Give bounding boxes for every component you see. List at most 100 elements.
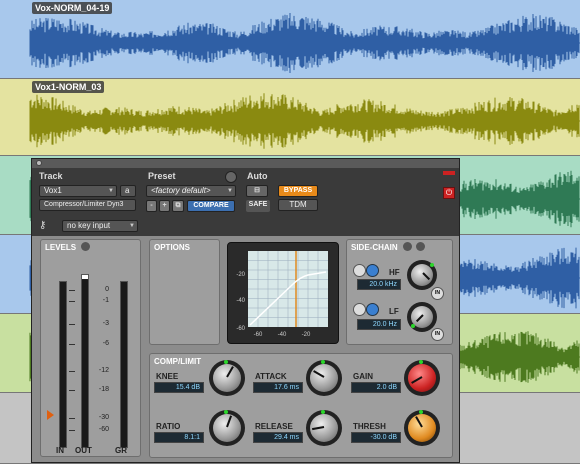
track-name: Vox1 (44, 186, 62, 195)
lf-in-label: IN (435, 331, 440, 337)
insert-selector[interactable]: Compressor/Limiter Dyn3 (39, 199, 136, 211)
gr-label: GR (115, 446, 127, 455)
in-label: IN (56, 446, 64, 455)
preset-next-button[interactable]: + (159, 200, 170, 212)
gain-reduction-meter (120, 281, 128, 448)
hf-knob[interactable] (407, 260, 437, 290)
key-input-selector[interactable]: no key input ▼ (62, 220, 138, 232)
meter-tick (69, 301, 75, 302)
track-selector[interactable]: Vox1 ▼ (39, 185, 117, 197)
output-peak (82, 275, 88, 279)
attack-label: ATTACK (255, 372, 287, 381)
record-enable-icon[interactable] (443, 171, 455, 175)
release-knob[interactable] (306, 410, 342, 446)
lf-readout[interactable]: 20.0 Hz (357, 319, 401, 330)
comp-limit-panel: COMP/LIMIT KNEE 15.4 dB ATTACK 17.6 ms G… (149, 353, 453, 458)
gain-label: GAIN (353, 372, 373, 381)
key-listen-icon[interactable] (403, 242, 412, 251)
graph-x-tick: -20 (302, 332, 311, 338)
lf-enable-icon[interactable] (366, 303, 379, 316)
transfer-curve-graph: -20 -40 -60 -60 -40 -20 (236, 251, 328, 338)
meter-scale-label: -12 (98, 367, 109, 374)
graph-y-tick: -40 (236, 298, 245, 304)
meter-scale-label: -30 (98, 414, 109, 421)
hf-enable-icon[interactable] (366, 264, 379, 277)
thresh-label: THRESH (353, 422, 386, 431)
track-lane-vox-norm-04-19[interactable]: Vox-NORM_04-19 (0, 0, 580, 79)
hf-in-label: IN (435, 290, 440, 296)
speaker-icon[interactable] (416, 242, 425, 251)
preset-menu-icon[interactable] (225, 171, 237, 183)
release-label: RELEASE (255, 422, 293, 431)
power-icon[interactable]: ⏻ (443, 187, 455, 199)
hf-readout[interactable]: 20.0 kHz (357, 279, 401, 290)
meter-reset-icon[interactable] (81, 242, 90, 251)
meter-scale-label: -1 (102, 297, 109, 304)
comp-limit-title: COMP/LIMIT (154, 357, 202, 366)
safe-button[interactable]: SAFE (246, 200, 270, 212)
ratio-label: RATIO (156, 422, 181, 431)
input-meter (59, 281, 67, 448)
hf-in-button[interactable]: IN (431, 287, 444, 300)
sidechain-title: SIDE-CHAIN (351, 243, 398, 252)
knee-knob[interactable] (209, 360, 245, 396)
copy-settings-button[interactable]: ⧉ (172, 200, 184, 212)
preset-prev-button[interactable]: - (146, 200, 157, 212)
release-readout[interactable]: 29.4 ms (253, 432, 303, 443)
gain-readout[interactable]: 2.0 dB (351, 382, 401, 393)
lf-label: LF (389, 307, 399, 316)
sidechain-panel: SIDE-CHAIN HF 20.0 kHz IN LF 20.0 Hz IN (346, 239, 453, 345)
meter-tick (69, 390, 75, 391)
thresh-readout[interactable]: -30.0 dB (351, 432, 401, 443)
threshold-marker-icon[interactable] (47, 410, 54, 420)
close-icon[interactable] (36, 160, 42, 166)
meter-scale-label: -18 (98, 386, 109, 393)
lf-knob[interactable] (407, 302, 437, 332)
knee-label: KNEE (156, 372, 179, 381)
thresh-knob[interactable] (404, 410, 440, 446)
title-bar[interactable] (32, 159, 459, 168)
meter-scale-label: -60 (98, 426, 109, 433)
track-header: Track (39, 171, 63, 181)
key-input-label: no key input (67, 221, 111, 230)
plugin-window[interactable]: Track Preset Auto Vox1 ▼ a Compressor/Lim… (31, 158, 460, 463)
meter-tick (69, 418, 75, 419)
preset-name: <factory default> (151, 186, 211, 195)
channel-selector[interactable]: a (120, 185, 136, 197)
auto-header: Auto (247, 171, 268, 181)
hf-label: HF (389, 268, 400, 277)
clip-name[interactable]: Vox-NORM_04-19 (32, 2, 113, 14)
graph-x-tick: -40 (278, 332, 287, 338)
lf-in-button[interactable]: IN (431, 328, 444, 341)
track-lane-vox1-norm-03[interactable]: Vox1-NORM_03 (0, 79, 580, 156)
meter-tick (69, 290, 75, 291)
out-label: OUT (75, 446, 92, 455)
attack-knob[interactable] (306, 360, 342, 396)
levels-panel: LEVELS 0 -1 -3 -6 -12 -18 -30 -60 IN OUT GR (40, 239, 141, 457)
lf-filter-type-icon[interactable] (353, 303, 366, 316)
clip-name[interactable]: Vox1-NORM_03 (32, 81, 105, 93)
automation-button[interactable]: ⊟ (246, 185, 268, 197)
insert-name: Compressor/Limiter Dyn3 (44, 201, 124, 208)
knee-readout[interactable]: 15.4 dB (154, 382, 204, 393)
meter-scale-label: -6 (102, 340, 109, 347)
compare-button[interactable]: COMPARE (187, 200, 235, 212)
hf-filter-type-icon[interactable] (353, 264, 366, 277)
levels-title: LEVELS (45, 243, 77, 252)
meter-tick (69, 430, 75, 431)
gain-knob[interactable] (404, 360, 440, 396)
ratio-readout[interactable]: 8.1:1 (154, 432, 204, 443)
format-label: TDM (289, 200, 307, 209)
ratio-knob[interactable] (209, 410, 245, 446)
plugin-body: LEVELS 0 -1 -3 -6 -12 -18 -30 -60 IN OUT GR OPT… (32, 236, 459, 462)
format-selector[interactable]: TDM (278, 199, 318, 211)
preset-selector[interactable]: <factory default> ▼ (146, 185, 236, 197)
transfer-curve-display: -20 -40 -60 -60 -40 -20 (227, 242, 339, 344)
attack-readout[interactable]: 17.6 ms (253, 382, 303, 393)
meter-scale-label: 0 (105, 286, 109, 293)
meter-tick (69, 344, 75, 345)
graph-y-tick: -20 (236, 272, 245, 278)
preset-header: Preset (148, 171, 176, 181)
bypass-button[interactable]: BYPASS (278, 185, 318, 197)
meter-scale-label: -3 (102, 320, 109, 327)
